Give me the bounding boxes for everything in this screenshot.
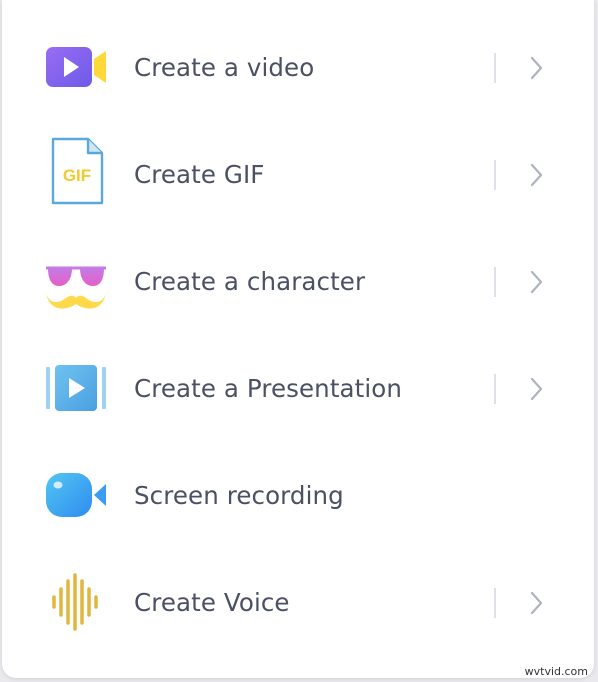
menu-item-label: Create GIF [134, 160, 265, 189]
divider [494, 588, 496, 618]
menu-item-create-gif[interactable]: GIF Create GIF [2, 121, 594, 228]
screen-record-camera-icon [44, 467, 108, 523]
sunglasses-mustache-icon [44, 258, 108, 314]
menu-item-label: Screen recording [134, 481, 344, 510]
menu-item-create-video[interactable]: Create a video [2, 14, 594, 121]
menu-item-label: Create a Presentation [134, 374, 402, 403]
divider [494, 374, 496, 404]
chevron-right-icon[interactable] [528, 54, 546, 82]
menu-item-create-voice[interactable]: Create Voice [2, 549, 594, 656]
gif-text: GIF [63, 166, 91, 185]
menu-item-create-presentation[interactable]: Create a Presentation [2, 335, 594, 442]
video-camera-icon [44, 39, 108, 95]
menu-item-label: Create a character [134, 267, 366, 296]
menu-item-label: Create a video [134, 53, 315, 82]
voice-waveform-icon [44, 571, 108, 633]
menu-item-label: Create Voice [134, 588, 290, 617]
chevron-right-icon[interactable] [528, 589, 546, 617]
chevron-right-icon[interactable] [528, 161, 546, 189]
watermark-text: wvtvid.com [524, 665, 588, 678]
chevron-right-icon[interactable] [528, 268, 546, 296]
divider [494, 160, 496, 190]
gif-file-icon: GIF [44, 133, 108, 207]
divider [494, 53, 496, 83]
divider [494, 267, 496, 297]
menu-item-screen-recording[interactable]: Screen recording [2, 442, 594, 549]
presentation-play-icon [44, 360, 108, 416]
menu-item-create-character[interactable]: Create a character [2, 228, 594, 335]
chevron-right-icon[interactable] [528, 375, 546, 403]
create-menu-panel: Create a video GIF Create GIF Create a c… [2, 0, 594, 678]
